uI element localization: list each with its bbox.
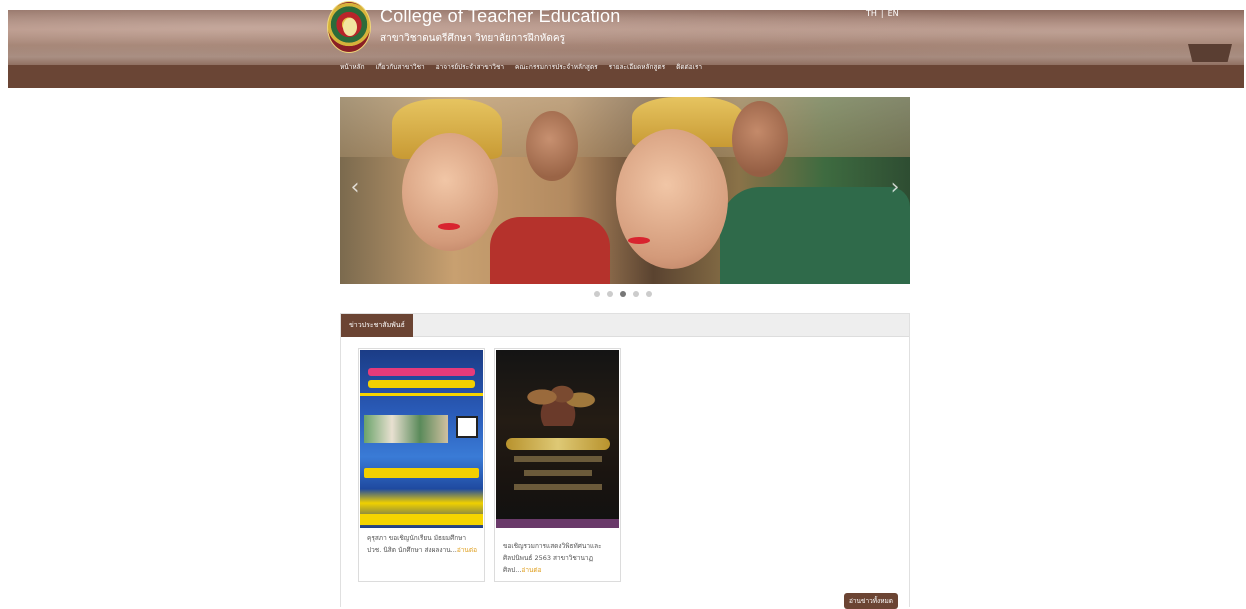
read-more-link[interactable]: อ่านต่อ (457, 546, 477, 554)
poster-dancers (518, 368, 598, 426)
poster-bottom-strip (496, 519, 619, 528)
site-title[interactable]: College of Teacher Education (380, 6, 620, 27)
slider-dot[interactable] (633, 291, 639, 297)
poster-photos (364, 415, 448, 443)
poster-banner (368, 368, 475, 376)
slider-dot[interactable] (646, 291, 652, 297)
slide-lips (438, 223, 460, 230)
poster-banner (368, 380, 475, 388)
poster-text-row (524, 470, 592, 476)
main-navigation: หน้าหลัก เกี่ยวกับสาขาวิชา อาจารย์ประจำส… (340, 62, 702, 72)
news-thumbnail[interactable] (360, 350, 483, 528)
nav-item-contact[interactable]: ติดต่อเรา (676, 62, 702, 72)
slider-dot[interactable] (607, 291, 613, 297)
nav-item-curriculum[interactable]: รายละเอียดหลักสูตร (609, 62, 665, 72)
lang-en-link[interactable]: EN (888, 9, 899, 18)
hero-slider: ‹ › (340, 97, 910, 284)
slide-face (616, 129, 728, 269)
news-card[interactable]: ขอเชิญรวมการแสดงวิพิธทัศนาและ ศิลปนิพนธ์… (494, 348, 621, 582)
slider-dot-active[interactable] (620, 291, 626, 297)
slide-face (732, 101, 788, 177)
slider-dot[interactable] (594, 291, 600, 297)
college-logo-icon[interactable] (327, 1, 371, 53)
slide-face (402, 133, 498, 251)
poster-stripe (360, 514, 483, 525)
nav-item-committee[interactable]: คณะกรรมการประจำหลักสูตร (515, 62, 598, 72)
slider-next-arrow[interactable]: › (884, 173, 906, 203)
lang-th-link[interactable]: TH (866, 9, 877, 18)
news-thumbnail[interactable] (496, 350, 619, 528)
news-panel: ข่าวประชาสัมพันธ์ คุรุสภา ขอเชิญนักเรียน… (340, 313, 910, 607)
news-caption[interactable]: คุรุสภา ขอเชิญนักเรียน มัธยมศึกษา ปวช. น… (367, 532, 479, 556)
slide-face (526, 111, 578, 181)
poster-qr-code (456, 416, 478, 438)
news-caption-text: ขอเชิญรวมการแสดงวิพิธทัศนาและ ศิลปนิพนธ์… (503, 542, 602, 574)
slide-lips (628, 237, 650, 244)
header-roof-decoration (1188, 44, 1232, 62)
poster-text-row (514, 484, 602, 490)
language-switcher: TH | EN (866, 9, 899, 18)
poster-date-bar (364, 468, 479, 478)
poster-text-row (514, 456, 602, 462)
site-subtitle: สาขาวิชาดนตรีศึกษา วิทยาลัยการฝึกหัดครู (380, 33, 565, 44)
slider-pagination (594, 291, 652, 297)
slider-prev-arrow[interactable]: ‹ (344, 173, 366, 203)
read-more-link[interactable]: อ่านต่อ (521, 566, 541, 574)
header-background (8, 10, 1244, 66)
news-caption[interactable]: ขอเชิญรวมการแสดงวิพิธทัศนาและ ศิลปนิพนธ์… (503, 540, 615, 576)
nav-item-about[interactable]: เกี่ยวกับสาขาวิชา (376, 62, 425, 72)
logo-emblem (343, 18, 357, 36)
poster-title-art (506, 438, 610, 450)
poster-stripe (360, 393, 483, 396)
nav-item-faculty[interactable]: อาจารย์ประจำสาขาวิชา (436, 62, 504, 72)
slide-costume (490, 217, 610, 284)
news-tab[interactable]: ข่าวประชาสัมพันธ์ (341, 314, 413, 337)
slide-costume (720, 187, 910, 284)
nav-item-home[interactable]: หน้าหลัก (340, 62, 365, 72)
site-header (8, 10, 1244, 88)
news-card[interactable]: คุรุสภา ขอเชิญนักเรียน มัธยมศึกษา ปวช. น… (358, 348, 485, 582)
news-panel-header: ข่าวประชาสัมพันธ์ (341, 314, 909, 337)
lang-separator: | (880, 9, 884, 18)
news-caption-text: คุรุสภา ขอเชิญนักเรียน มัธยมศึกษา ปวช. น… (367, 534, 467, 554)
